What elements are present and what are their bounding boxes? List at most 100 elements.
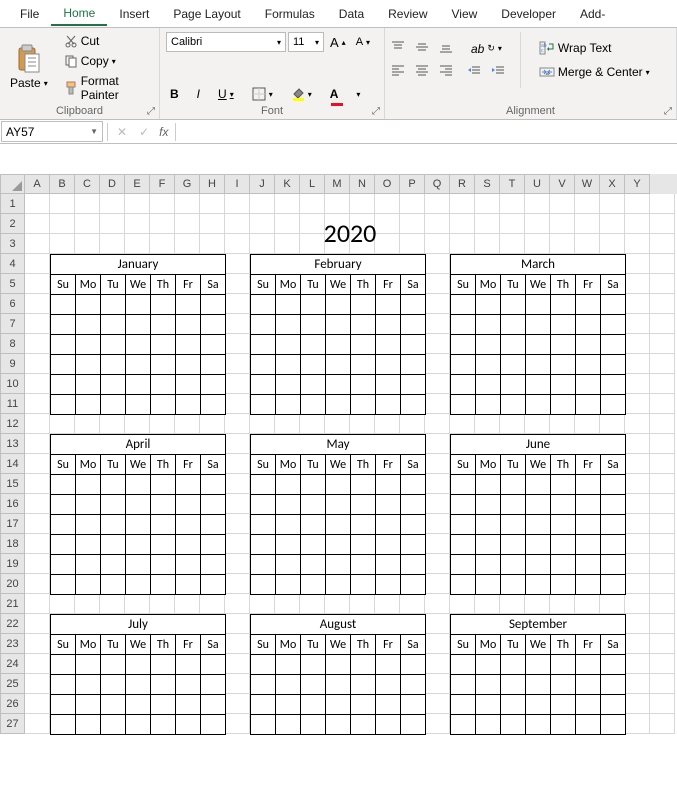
cell[interactable] [175, 594, 200, 614]
cell[interactable] [625, 374, 650, 394]
cell[interactable] [625, 334, 650, 354]
col-header[interactable]: G [175, 174, 200, 194]
cells-area[interactable]: 2020 JanuarySuMoTuWeThFrSaFebruarySuMoTu… [25, 194, 675, 734]
cell[interactable] [500, 194, 525, 214]
cell[interactable] [425, 554, 450, 574]
cell[interactable] [275, 594, 300, 614]
cell[interactable] [25, 374, 50, 394]
row-header[interactable]: 9 [0, 354, 25, 374]
cell[interactable] [50, 414, 75, 434]
col-header[interactable]: V [550, 174, 575, 194]
font-color-button[interactable]: A ▾ [326, 85, 365, 103]
cell[interactable] [200, 234, 225, 254]
cell[interactable] [650, 714, 675, 734]
cell[interactable] [225, 554, 250, 574]
cell[interactable] [650, 494, 675, 514]
cell[interactable] [25, 474, 50, 494]
cell[interactable] [225, 454, 250, 474]
cell[interactable] [500, 234, 525, 254]
cell[interactable] [425, 514, 450, 534]
cell[interactable] [75, 214, 100, 234]
row-header[interactable]: 14 [0, 454, 25, 474]
borders-button[interactable]: ▾ [248, 85, 277, 103]
fill-color-button[interactable]: ▾ [287, 85, 316, 103]
cell[interactable] [650, 514, 675, 534]
cell[interactable] [125, 414, 150, 434]
row-header[interactable]: 24 [0, 654, 25, 674]
cell[interactable] [550, 194, 575, 214]
cell[interactable] [650, 574, 675, 594]
cell[interactable] [475, 414, 500, 434]
cell[interactable] [25, 214, 50, 234]
copy-button[interactable]: Copy ▾ [60, 52, 153, 70]
cell[interactable] [550, 234, 575, 254]
cell[interactable] [25, 614, 50, 634]
underline-button[interactable]: U ▾ [214, 85, 238, 103]
cell[interactable] [50, 594, 75, 614]
cell[interactable] [350, 594, 375, 614]
cell[interactable] [50, 234, 75, 254]
cell[interactable] [150, 594, 175, 614]
cell[interactable] [625, 214, 650, 234]
cell[interactable] [375, 234, 400, 254]
cell[interactable] [250, 414, 275, 434]
cell[interactable] [475, 594, 500, 614]
cell[interactable] [425, 354, 450, 374]
cell[interactable] [125, 234, 150, 254]
col-header[interactable]: D [100, 174, 125, 194]
cell[interactable] [25, 194, 50, 214]
cell[interactable] [250, 234, 275, 254]
cell[interactable] [400, 214, 425, 234]
cell[interactable] [225, 674, 250, 694]
cell[interactable] [75, 594, 100, 614]
cell[interactable] [650, 294, 675, 314]
cell[interactable] [625, 394, 650, 414]
cell[interactable] [425, 374, 450, 394]
cell[interactable] [425, 394, 450, 414]
cell[interactable] [500, 594, 525, 614]
select-all-corner[interactable] [0, 174, 25, 194]
cell[interactable] [550, 214, 575, 234]
cell[interactable] [25, 534, 50, 554]
cell[interactable] [650, 394, 675, 414]
italic-button[interactable]: I [193, 85, 204, 103]
cell[interactable] [425, 534, 450, 554]
row-header[interactable]: 4 [0, 254, 25, 274]
cell[interactable] [550, 594, 575, 614]
cell[interactable] [425, 674, 450, 694]
tab-page-layout[interactable]: Page Layout [161, 3, 252, 25]
cell[interactable] [600, 194, 625, 214]
cell[interactable] [375, 414, 400, 434]
cell[interactable] [225, 414, 250, 434]
col-header[interactable]: H [200, 174, 225, 194]
row-header[interactable]: 18 [0, 534, 25, 554]
cell[interactable] [275, 194, 300, 214]
col-header[interactable]: X [600, 174, 625, 194]
cell[interactable] [25, 414, 50, 434]
col-header[interactable]: O [375, 174, 400, 194]
cell[interactable] [250, 194, 275, 214]
cell[interactable] [425, 474, 450, 494]
align-center-button[interactable] [415, 63, 429, 80]
cell[interactable] [225, 634, 250, 654]
decrease-font-button[interactable]: A▾ [352, 34, 374, 50]
cell[interactable] [625, 454, 650, 474]
cell[interactable] [400, 194, 425, 214]
row-header[interactable]: 8 [0, 334, 25, 354]
cell[interactable] [625, 194, 650, 214]
cell[interactable] [650, 474, 675, 494]
cell[interactable] [625, 414, 650, 434]
col-header[interactable]: W [575, 174, 600, 194]
row-header[interactable]: 6 [0, 294, 25, 314]
col-header[interactable]: A [25, 174, 50, 194]
row-header[interactable]: 15 [0, 474, 25, 494]
tab-add-[interactable]: Add- [568, 3, 617, 25]
cell[interactable] [75, 194, 100, 214]
col-header[interactable]: M [325, 174, 350, 194]
cell[interactable] [625, 234, 650, 254]
cell[interactable] [625, 674, 650, 694]
cell[interactable] [300, 214, 325, 234]
cell[interactable] [250, 594, 275, 614]
cell[interactable] [25, 334, 50, 354]
cell[interactable] [225, 234, 250, 254]
